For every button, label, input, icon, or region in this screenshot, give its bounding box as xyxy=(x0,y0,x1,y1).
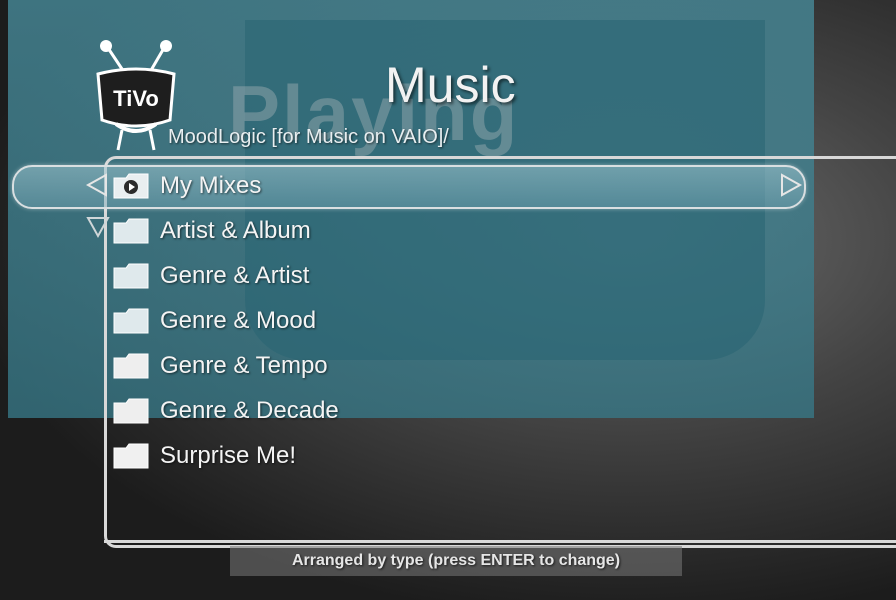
menu-item-label: Genre & Artist xyxy=(160,262,310,289)
menu-item-genre-mood[interactable]: Genre & Mood xyxy=(112,301,772,341)
menu-item-genre-decade[interactable]: Genre & Decade xyxy=(112,391,772,431)
logo-text: TiVo xyxy=(113,86,159,111)
folder-icon xyxy=(113,443,149,469)
menu-item-label: Genre & Decade xyxy=(160,397,339,424)
menu-item-artist-album[interactable]: Artist & Album xyxy=(112,211,772,251)
page-title: Music xyxy=(385,57,516,113)
menu-item-surprise-me[interactable]: Surprise Me! xyxy=(112,436,772,476)
folder-icon xyxy=(113,353,149,379)
folder-icon xyxy=(113,218,149,244)
folder-icon xyxy=(113,308,149,334)
right-arrow-icon[interactable] xyxy=(776,171,804,199)
folder-icon xyxy=(113,263,149,289)
menu-item-label: Surprise Me! xyxy=(160,442,297,469)
menu-item-genre-tempo[interactable]: Genre & Tempo xyxy=(112,346,772,386)
menu-item-label: Genre & Mood xyxy=(160,307,317,334)
menu-item-my-mixes[interactable]: My Mixes xyxy=(112,166,772,206)
down-arrow-icon[interactable] xyxy=(84,212,112,240)
menu-item-label: Artist & Album xyxy=(160,217,311,244)
play-folder-icon xyxy=(113,173,149,199)
menu-item-label: My Mixes xyxy=(160,172,262,199)
sort-hint: Arranged by type (press ENTER to change) xyxy=(230,546,682,576)
menu-item-label: Genre & Tempo xyxy=(160,352,328,379)
breadcrumb: MoodLogic [for Music on VAIO]/ xyxy=(168,126,449,148)
left-arrow-icon[interactable] xyxy=(84,171,112,199)
folder-icon xyxy=(113,398,149,424)
menu-item-genre-artist[interactable]: Genre & Artist xyxy=(112,256,772,296)
frame-bottom-border xyxy=(104,540,896,543)
